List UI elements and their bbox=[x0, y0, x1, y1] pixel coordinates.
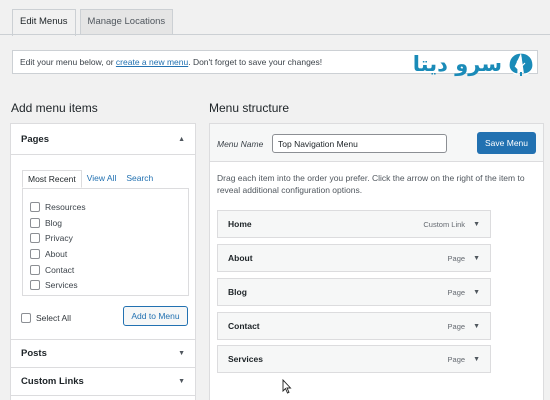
add-menu-items-heading: Add menu items bbox=[11, 101, 98, 115]
add-to-menu-button[interactable]: Add to Menu bbox=[123, 306, 188, 326]
menu-item-title: Home bbox=[228, 219, 252, 229]
select-all-checkbox[interactable] bbox=[21, 313, 31, 323]
pages-accordion-body: Most Recent View All Search Resources Bl… bbox=[11, 155, 195, 340]
menu-header: Menu Name Save Menu bbox=[210, 124, 543, 162]
menu-item-type: Page bbox=[447, 287, 466, 297]
menu-item-type: Page bbox=[447, 354, 466, 364]
tab-divider bbox=[0, 34, 550, 35]
menu-structure-panel: Menu Name Save Menu Drag each item into … bbox=[209, 123, 544, 400]
menu-structure-heading: Menu structure bbox=[209, 101, 290, 115]
menu-name-label: Menu Name bbox=[217, 139, 264, 149]
page-item-contact[interactable]: Contact bbox=[30, 262, 188, 278]
mouse-cursor-icon bbox=[282, 379, 292, 394]
page-item-about[interactable]: About bbox=[30, 246, 188, 262]
save-menu-button[interactable]: Save Menu bbox=[477, 132, 536, 154]
page-label: Services bbox=[45, 280, 78, 291]
page-label: About bbox=[45, 248, 68, 259]
menu-item-blog[interactable]: Blog Page ▼ bbox=[217, 278, 491, 306]
page-item-privacy[interactable]: Privacy bbox=[30, 230, 188, 246]
page-label: Privacy bbox=[45, 233, 73, 244]
select-all[interactable]: Select All bbox=[21, 313, 71, 323]
pages-accordion-header[interactable]: Pages ▲ bbox=[11, 124, 195, 155]
pages-tabs: Most Recent View All Search bbox=[22, 170, 158, 188]
posts-title: Posts bbox=[21, 348, 47, 359]
page-label: Blog bbox=[45, 217, 63, 228]
caret-down-icon: ▼ bbox=[178, 350, 185, 357]
posts-accordion-header[interactable]: Posts ▼ bbox=[11, 340, 195, 368]
select-all-label: Select All bbox=[36, 313, 71, 323]
menu-item-about[interactable]: About Page ▼ bbox=[217, 244, 491, 272]
menu-tabs: Edit Menus Manage Locations bbox=[12, 9, 174, 36]
tab-manage-locations[interactable]: Manage Locations bbox=[79, 9, 174, 35]
brand-logo-text: سرو دیتا bbox=[412, 52, 502, 76]
expand-arrow-icon[interactable]: ▼ bbox=[473, 323, 480, 330]
tree-icon bbox=[508, 52, 534, 76]
expand-arrow-icon[interactable]: ▼ bbox=[473, 289, 480, 296]
menu-item-title: About bbox=[228, 253, 253, 263]
expand-arrow-icon[interactable]: ▼ bbox=[473, 221, 480, 228]
tab-most-recent[interactable]: Most Recent bbox=[22, 170, 82, 188]
checkbox[interactable] bbox=[30, 201, 40, 212]
add-menu-items-panel: Pages ▲ Most Recent View All Search Reso… bbox=[10, 123, 196, 400]
menu-item-contact[interactable]: Contact Page ▼ bbox=[217, 312, 491, 340]
menu-item-type: Custom Link bbox=[423, 219, 466, 229]
custom-links-title: Custom Links bbox=[21, 376, 84, 387]
custom-links-accordion-header[interactable]: Custom Links ▼ bbox=[11, 368, 195, 396]
page-item-resources[interactable]: Resources bbox=[30, 199, 188, 215]
pages-checklist: Resources Blog Privacy About Contact Ser… bbox=[22, 188, 189, 296]
pages-title: Pages bbox=[21, 133, 49, 145]
menu-item-home[interactable]: Home Custom Link ▼ bbox=[217, 210, 491, 238]
tab-search[interactable]: Search bbox=[121, 170, 158, 188]
page-item-blog[interactable]: Blog bbox=[30, 215, 188, 231]
checkbox[interactable] bbox=[30, 233, 40, 244]
notice-text-after: . Don't forget to save your changes! bbox=[188, 57, 323, 67]
notice-text-before: Edit your menu below, or bbox=[20, 57, 116, 67]
menu-item-title: Blog bbox=[228, 287, 247, 297]
page-label: Contact bbox=[45, 264, 75, 275]
caret-down-icon: ▼ bbox=[178, 378, 185, 385]
menu-name-input[interactable] bbox=[272, 134, 447, 153]
page-item-services[interactable]: Services bbox=[30, 277, 188, 293]
checkbox[interactable] bbox=[30, 280, 40, 291]
tab-view-all[interactable]: View All bbox=[82, 170, 122, 188]
menu-item-type: Page bbox=[447, 253, 466, 263]
checkbox[interactable] bbox=[30, 248, 40, 259]
drag-instructions: Drag each item into the order you prefer… bbox=[217, 173, 525, 195]
page-label: Resources bbox=[45, 201, 86, 212]
expand-arrow-icon[interactable]: ▼ bbox=[473, 255, 480, 262]
expand-arrow-icon[interactable]: ▼ bbox=[473, 356, 480, 363]
tab-edit-menus[interactable]: Edit Menus bbox=[12, 9, 76, 36]
menu-item-services[interactable]: Services Page ▼ bbox=[217, 345, 491, 373]
create-new-menu-link[interactable]: create a new menu bbox=[116, 57, 188, 67]
menu-item-title: Services bbox=[228, 354, 263, 364]
checkbox[interactable] bbox=[30, 217, 40, 228]
checkbox[interactable] bbox=[30, 264, 40, 275]
brand-logo: سرو دیتا bbox=[413, 52, 534, 76]
menu-item-title: Contact bbox=[228, 321, 260, 331]
menu-item-type: Page bbox=[447, 321, 466, 331]
caret-up-icon: ▲ bbox=[178, 135, 185, 143]
